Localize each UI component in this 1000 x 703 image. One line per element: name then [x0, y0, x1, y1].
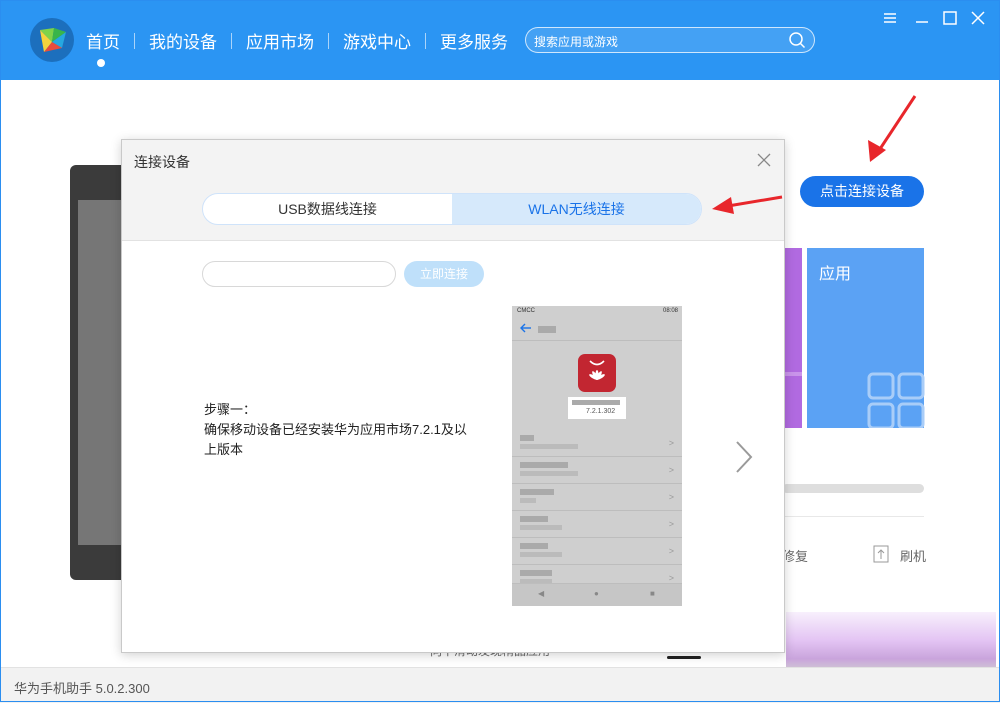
nav-game-center[interactable]: 游戏中心 [329, 28, 425, 53]
row-bar [520, 543, 548, 549]
close-icon[interactable] [756, 152, 772, 168]
top-bar: 首页 我的设备 应用市场 游戏中心 更多服务 搜索应用或游戏 [0, 0, 1000, 80]
row-bar [520, 435, 534, 441]
close-icon[interactable] [970, 10, 986, 26]
row-bar [520, 525, 562, 530]
phone-list-row: > [512, 430, 682, 457]
phone-list-row: > [512, 511, 682, 538]
maximize-icon[interactable] [942, 10, 958, 26]
annotation-arrow [868, 95, 917, 162]
nav-back-icon: ◀ [538, 589, 545, 598]
search-input[interactable]: 搜索应用或游戏 [534, 33, 618, 50]
nav-recent-icon: ■ [650, 589, 655, 598]
chevron-right-icon: > [668, 546, 674, 556]
smudge-mark [667, 656, 701, 659]
chevron-right-icon[interactable] [734, 440, 754, 474]
phone-title-placeholder [538, 326, 556, 333]
tab-wlan[interactable]: WLAN无线连接 [452, 194, 701, 224]
app-version-label: 华为手机助手 5.0.2.300 [14, 681, 150, 696]
progress-bar [782, 484, 924, 493]
tile-seam [782, 372, 802, 376]
row-bar [520, 471, 578, 476]
main-nav: 首页 我的设备 应用市场 游戏中心 更多服务 [86, 28, 522, 53]
search-icon[interactable] [788, 31, 806, 49]
row-bar [520, 516, 548, 522]
tile-label: 应用 [819, 266, 852, 283]
active-nav-indicator [97, 59, 105, 67]
status-bar: 华为手机助手 5.0.2.300 [0, 667, 1000, 703]
phone-nav-bar: ◀ ● ■ [512, 583, 682, 606]
feature-tile-apps[interactable]: 应用 [807, 248, 925, 428]
nav-home[interactable]: 首页 [86, 28, 134, 53]
connect-device-dialog: 连接设备 USB数据线连接 WLAN无线连接 立即连接 步骤一： 确保移动设备已… [121, 139, 785, 653]
nav-my-devices[interactable]: 我的设备 [135, 28, 231, 53]
repair-link[interactable]: 修复 [782, 546, 808, 565]
phone-screenshot: CMCC 08:08 7.2.1.302 > > > > > > ◀ ● ■ [512, 306, 682, 606]
row-bar [520, 444, 578, 449]
divider [782, 516, 924, 517]
step-description: 确保移动设备已经安装华为应用市场7.2.1及以上版本 [204, 422, 467, 457]
row-bar [520, 489, 554, 495]
chevron-right-icon: > [668, 465, 674, 475]
chevron-right-icon: > [668, 519, 674, 529]
version-box: 7.2.1.302 [568, 397, 626, 419]
chevron-right-icon: > [668, 438, 674, 448]
nav-app-market[interactable]: 应用市场 [232, 28, 328, 53]
phone-list-row: > [512, 538, 682, 565]
ip-address-input[interactable] [202, 261, 396, 287]
row-bar [520, 462, 568, 468]
tab-usb[interactable]: USB数据线连接 [203, 194, 452, 224]
step-title: 步骤一： [204, 402, 257, 417]
connect-device-button[interactable]: 点击连接设备 [800, 176, 924, 207]
dialog-header: 连接设备 USB数据线连接 WLAN无线连接 [122, 140, 784, 241]
phone-time: 08:08 [662, 308, 678, 314]
chevron-right-icon: > [668, 492, 674, 502]
flash-link[interactable]: 刷机 [900, 546, 926, 565]
row-bar [520, 552, 562, 557]
row-bar [520, 570, 552, 576]
app-logo[interactable] [30, 18, 74, 62]
carrier-label: CMCC [517, 308, 535, 314]
nav-more-services[interactable]: 更多服务 [426, 28, 522, 53]
back-arrow-icon [520, 323, 531, 333]
version-text: 7.2.1.302 [586, 408, 616, 415]
apps-grid-icon [867, 372, 925, 428]
feature-tile-purple[interactable] [782, 248, 802, 428]
search-box[interactable]: 搜索应用或游戏 [525, 27, 815, 53]
restore-icon[interactable] [914, 10, 930, 26]
dialog-title: 连接设备 [134, 154, 190, 170]
phone-header [512, 318, 682, 341]
row-bar [520, 498, 536, 503]
connect-now-button[interactable]: 立即连接 [404, 261, 484, 287]
phone-status-bar: CMCC 08:08 [512, 306, 682, 318]
flash-icon[interactable] [873, 545, 889, 563]
phone-list-row: > [512, 484, 682, 511]
connection-tabs: USB数据线连接 WLAN无线连接 [202, 193, 702, 225]
huawei-appgallery-icon [578, 354, 616, 392]
phone-list-row: > [512, 457, 682, 484]
chevron-right-icon: > [668, 573, 674, 583]
version-placeholder [572, 400, 620, 405]
nav-home-icon: ● [594, 589, 599, 598]
minimize-icon[interactable] [882, 10, 898, 26]
